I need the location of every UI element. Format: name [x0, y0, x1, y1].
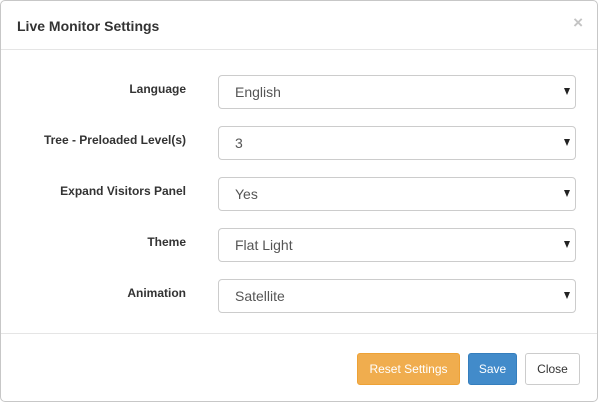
caret-down-icon: [564, 88, 570, 95]
reset-settings-button[interactable]: Reset Settings: [357, 353, 460, 385]
settings-dialog: Live Monitor Settings × Language English…: [0, 0, 598, 402]
dialog-header: Live Monitor Settings ×: [1, 1, 597, 50]
expand-visitors-value: Yes: [235, 186, 258, 202]
tree-levels-value: 3: [235, 135, 243, 151]
expand-visitors-row: Expand Visitors Panel Yes: [1, 177, 597, 211]
caret-down-icon: [564, 292, 570, 299]
theme-select[interactable]: Flat Light: [218, 228, 576, 262]
theme-label: Theme: [147, 235, 186, 249]
caret-down-icon: [564, 241, 570, 248]
language-select[interactable]: English: [218, 75, 576, 109]
theme-row: Theme Flat Light: [1, 228, 597, 262]
animation-label: Animation: [127, 286, 186, 300]
expand-visitors-label: Expand Visitors Panel: [60, 184, 186, 198]
tree-levels-label: Tree - Preloaded Level(s): [43, 133, 186, 147]
tree-levels-select[interactable]: 3: [218, 126, 576, 160]
language-value: English: [235, 84, 281, 100]
animation-value: Satellite: [235, 288, 285, 304]
language-row: Language English: [1, 75, 597, 109]
close-icon[interactable]: ×: [573, 13, 583, 33]
save-button[interactable]: Save: [468, 353, 517, 385]
dialog-title: Live Monitor Settings: [17, 18, 160, 34]
animation-select[interactable]: Satellite: [218, 279, 576, 313]
caret-down-icon: [564, 139, 570, 146]
dialog-footer: Reset Settings Save Close: [1, 333, 597, 401]
animation-row: Animation Satellite: [1, 279, 597, 313]
expand-visitors-select[interactable]: Yes: [218, 177, 576, 211]
tree-levels-row: Tree - Preloaded Level(s) 3: [1, 126, 597, 160]
close-button[interactable]: Close: [525, 353, 580, 385]
caret-down-icon: [564, 190, 570, 197]
theme-value: Flat Light: [235, 237, 293, 253]
dialog-body: Language English Tree - Preloaded Level(…: [1, 50, 597, 333]
language-label: Language: [129, 82, 186, 96]
